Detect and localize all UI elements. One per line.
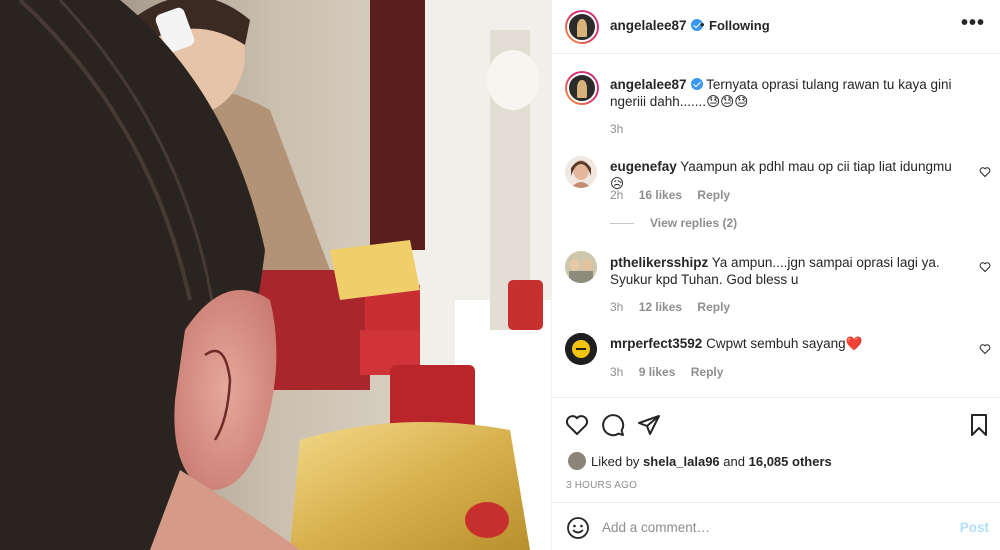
save-bookmark-icon[interactable] xyxy=(967,413,991,437)
comment-emoji: ❤️ xyxy=(845,336,863,351)
caption-age: 3h xyxy=(610,122,624,136)
comments-list[interactable]: angelalee87 Ternyata oprasi tulang rawan… xyxy=(552,55,1000,397)
emoji-icon[interactable] xyxy=(566,516,590,540)
liked-by: Liked by shela_lala96 and 16,085 others xyxy=(568,452,832,470)
comment-like-heart-icon[interactable] xyxy=(979,343,991,355)
photo-illustration xyxy=(0,0,551,550)
comment-username[interactable]: mrperfect3592 xyxy=(610,336,702,351)
comment-meta: 3h 12 likes Reply xyxy=(610,300,742,314)
comment-meta: 2h 16 likes Reply xyxy=(610,188,742,202)
comment-text: eugenefay Yaampun ak pdhl mau op cii tia… xyxy=(610,158,965,192)
caption-emojis: 😓😓😓 xyxy=(706,94,749,109)
post-header: angelalee87 • Following ••• xyxy=(552,0,1000,54)
comment-text: pthelikersshipz Ya ampun....jgn sampai o… xyxy=(610,254,965,288)
caption-username[interactable]: angelalee87 xyxy=(610,77,687,92)
reply-button[interactable]: Reply xyxy=(691,365,724,379)
comment-age: 3h xyxy=(610,300,624,314)
comment-avatar[interactable] xyxy=(565,333,597,365)
comment-likes[interactable]: 9 likes xyxy=(639,365,676,379)
replies-line xyxy=(610,223,634,225)
username-text[interactable]: angelalee87 xyxy=(610,18,687,33)
comment-body: Yaampun ak pdhl mau op cii tiap liat idu… xyxy=(680,159,952,174)
comment-body: Cwpwt sembuh sayang xyxy=(706,336,846,351)
comment-avatar[interactable] xyxy=(565,251,597,283)
view-replies-button[interactable]: View replies (2) xyxy=(610,216,737,230)
liked-by-others[interactable]: 16,085 others xyxy=(749,454,832,469)
comment-input[interactable] xyxy=(602,515,932,539)
caption-avatar[interactable] xyxy=(565,71,599,105)
avatar[interactable] xyxy=(565,10,599,44)
view-replies-label[interactable]: View replies (2) xyxy=(650,216,737,230)
comment-text: mrperfect3592 Cwpwt sembuh sayang❤️ xyxy=(610,335,965,352)
comment-username[interactable]: pthelikersshipz xyxy=(610,255,708,270)
post-timestamp[interactable]: 3 HOURS AGO xyxy=(566,480,637,491)
comment-age: 3h xyxy=(610,365,624,379)
comment-likes[interactable]: 12 likes xyxy=(639,300,682,314)
post-actions: Liked by shela_lala96 and 16,085 others … xyxy=(552,397,1000,501)
header-username[interactable]: angelalee87 xyxy=(610,18,703,33)
post-button[interactable]: Post xyxy=(960,520,989,535)
reply-button[interactable]: Reply xyxy=(697,300,730,314)
like-heart-icon[interactable] xyxy=(565,413,589,437)
comment-bubble-icon[interactable] xyxy=(601,413,625,437)
following-button[interactable]: Following xyxy=(709,18,770,33)
separator-dot: • xyxy=(700,17,705,32)
liked-by-avatar[interactable] xyxy=(568,452,586,470)
post-photo[interactable] xyxy=(0,0,551,550)
verified-badge-icon xyxy=(690,78,703,90)
comment-username[interactable]: eugenefay xyxy=(610,159,677,174)
comment-like-heart-icon[interactable] xyxy=(979,261,991,273)
comment-age: 2h xyxy=(610,188,624,202)
more-options-icon[interactable]: ••• xyxy=(961,13,985,33)
post-side-panel: angelalee87 • Following ••• angelalee87 … xyxy=(551,0,1000,550)
add-comment-bar: Post xyxy=(552,502,1000,550)
share-send-icon[interactable] xyxy=(637,413,661,437)
comment-like-heart-icon[interactable] xyxy=(979,166,991,178)
liked-by-and: and xyxy=(723,453,745,469)
caption-text: angelalee87 Ternyata oprasi tulang rawan… xyxy=(610,76,965,110)
liked-by-user[interactable]: shela_lala96 xyxy=(643,454,720,469)
caption-meta: 3h xyxy=(610,122,635,136)
comment-meta: 3h 9 likes Reply xyxy=(610,365,735,379)
comment-likes[interactable]: 16 likes xyxy=(639,188,682,202)
comment-avatar[interactable] xyxy=(565,156,597,188)
instagram-post-dialog: angelalee87 • Following ••• angelalee87 … xyxy=(0,0,1000,550)
reply-button[interactable]: Reply xyxy=(697,188,730,202)
liked-by-prefix: Liked by xyxy=(591,453,640,469)
